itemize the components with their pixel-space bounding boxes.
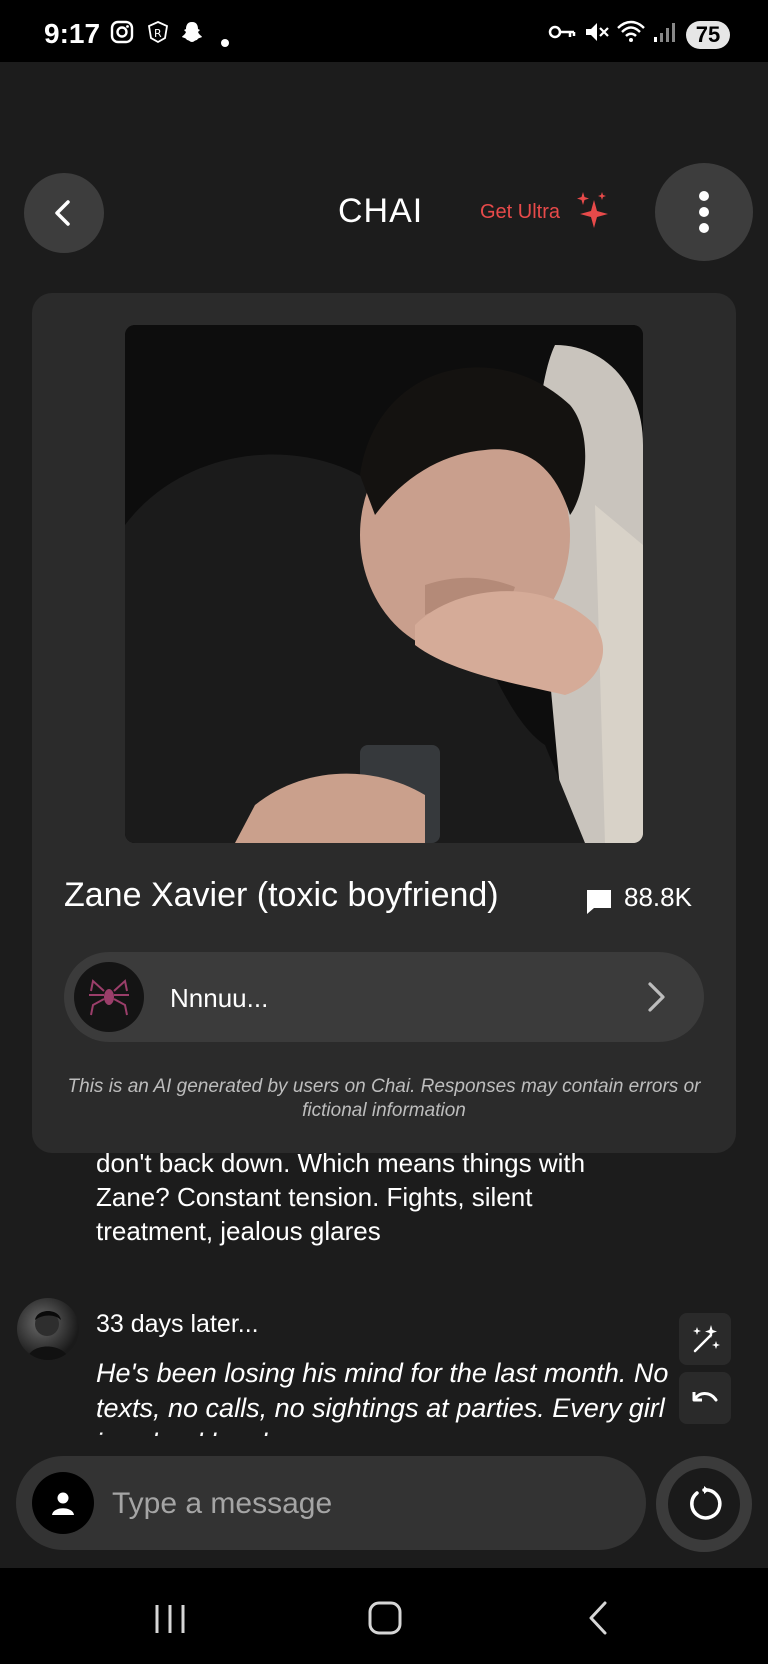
- signal-icon: [652, 20, 678, 50]
- user-icon: [52, 1492, 74, 1515]
- more-vertical-icon: [699, 191, 709, 233]
- back-nav-icon[interactable]: [586, 1600, 610, 1641]
- battery-indicator: 75: [686, 21, 730, 49]
- message-avatar[interactable]: [17, 1298, 79, 1360]
- character-photo: [125, 325, 643, 843]
- magic-wand-button[interactable]: [679, 1313, 731, 1365]
- refresh-button-inner: [668, 1468, 740, 1540]
- message-input[interactable]: [110, 1478, 634, 1530]
- creator-name: Nnnuu...: [170, 983, 269, 1013]
- message-name: 33 days later...: [96, 1310, 259, 1338]
- dot-icon: [220, 28, 230, 54]
- sparkle-icon[interactable]: [574, 190, 610, 235]
- instagram-icon: [110, 20, 134, 50]
- refresh-icon: [690, 1486, 722, 1520]
- creator-avatar: [74, 962, 144, 1032]
- svg-text:R: R: [154, 27, 162, 40]
- refresh-button[interactable]: [656, 1456, 752, 1552]
- snapchat-icon: [180, 20, 204, 50]
- magic-wand-icon: [693, 1325, 720, 1353]
- character-name: Zane Xavier (toxic boyfriend): [64, 876, 499, 914]
- creator-row[interactable]: [64, 952, 704, 1042]
- ai-disclaimer: This is an AI generated by users on Chai…: [67, 1076, 701, 1121]
- undo-icon: [692, 1392, 718, 1402]
- back-button[interactable]: [24, 173, 104, 253]
- mute-icon: [584, 20, 610, 50]
- vpn-key-icon: [548, 20, 576, 50]
- chevron-left-icon: [55, 200, 70, 226]
- more-options-button[interactable]: [655, 163, 753, 261]
- wifi-icon: [616, 20, 646, 50]
- undo-button[interactable]: [679, 1372, 731, 1424]
- chevron-right-icon: [644, 980, 668, 1019]
- previous-message-text: don't back down. Which means things with…: [96, 1148, 586, 1246]
- get-ultra-link[interactable]: Get Ultra: [480, 201, 560, 224]
- app-title: CHAI: [338, 192, 424, 230]
- recent-apps-icon[interactable]: [152, 1602, 188, 1641]
- chat-bubble-icon: [584, 886, 614, 921]
- spider-icon: [89, 979, 129, 1016]
- message-body: He's been losing his mind for the last m…: [96, 1358, 669, 1436]
- home-icon[interactable]: [367, 1600, 403, 1641]
- chat-count: 88.8K: [624, 882, 692, 912]
- status-time: 9:17: [44, 18, 101, 49]
- app-r-icon: R: [146, 20, 170, 50]
- persona-button[interactable]: [32, 1472, 94, 1534]
